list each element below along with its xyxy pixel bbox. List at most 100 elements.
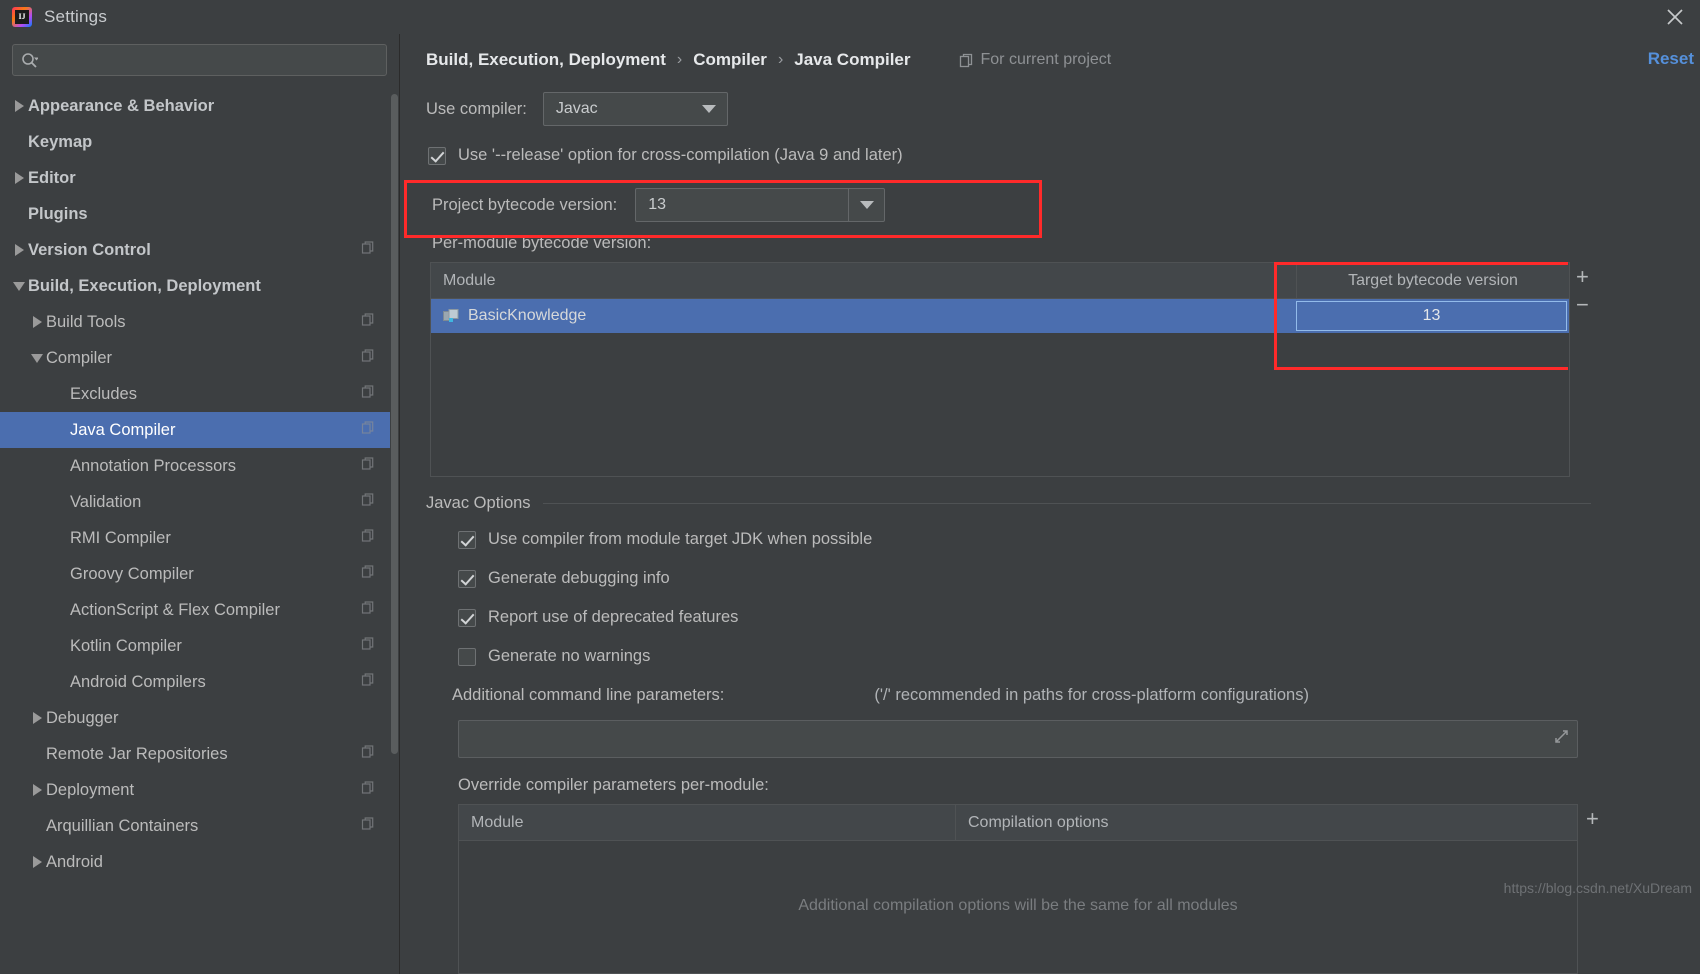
javac-option-checkbox[interactable]	[458, 569, 476, 588]
sidebar-item-arquillian-containers[interactable]: Arquillian Containers	[0, 808, 399, 844]
sidebar-item-editor[interactable]: Editor	[0, 160, 399, 196]
group-divider	[542, 503, 1591, 504]
sidebar-item-debugger[interactable]: Debugger	[0, 700, 399, 736]
sidebar-item-label: Editor	[28, 168, 76, 187]
javac-option-label: Generate no warnings	[488, 647, 651, 665]
breadcrumb-item-0[interactable]: Build, Execution, Deployment	[426, 50, 666, 70]
chevron-right-icon[interactable]	[10, 244, 28, 256]
chevron-down-icon[interactable]	[10, 281, 28, 291]
title-bar: IJ Settings	[0, 0, 1700, 34]
settings-tree: Appearance & Behavior Keymap Editor Plugins…	[0, 88, 399, 880]
cell-target-version[interactable]: 13	[1296, 299, 1569, 333]
sidebar-item-validation[interactable]: Validation	[0, 484, 399, 520]
column-header-module[interactable]: Module	[431, 263, 1296, 298]
chevron-right-icon[interactable]	[28, 316, 46, 328]
remove-module-button[interactable]: −	[1576, 294, 1589, 316]
sidebar-item-keymap[interactable]: Keymap	[0, 124, 399, 160]
sidebar-item-compiler[interactable]: Compiler	[0, 340, 399, 376]
additional-params-input[interactable]	[469, 730, 1567, 748]
sidebar-item-label: Android	[46, 852, 103, 871]
javac-option-row[interactable]: Report use of deprecated features	[458, 608, 872, 627]
javac-option-checkbox[interactable]	[458, 647, 476, 666]
project-scope-icon	[361, 745, 375, 764]
expand-icon[interactable]	[1554, 729, 1569, 749]
chevron-right-icon[interactable]	[10, 172, 28, 184]
javac-option-checkbox[interactable]	[458, 608, 476, 627]
breadcrumb-item-1[interactable]: Compiler	[693, 50, 767, 70]
module-icon	[443, 309, 459, 323]
sidebar-item-label: Java Compiler	[70, 420, 176, 439]
release-option-row[interactable]: Use '--release' option for cross-compila…	[428, 146, 903, 165]
chevron-right-icon[interactable]	[28, 712, 46, 724]
table-header: Module Target bytecode version	[431, 263, 1569, 299]
sidebar-item-label: Remote Jar Repositories	[46, 744, 228, 763]
sidebar-item-build-tools[interactable]: Build Tools	[0, 304, 399, 340]
javac-option-row[interactable]: Generate debugging info	[458, 569, 872, 588]
search-box[interactable]	[12, 44, 387, 76]
project-scope-icon	[361, 385, 375, 404]
sidebar-item-build-execution-deployment[interactable]: Build, Execution, Deployment	[0, 268, 399, 304]
sidebar-scrollbar-track[interactable]	[390, 34, 399, 974]
per-module-label: Per-module bytecode version:	[432, 234, 652, 252]
sidebar-item-label: RMI Compiler	[70, 528, 171, 547]
column-header-compilation-options[interactable]: Compilation options	[955, 805, 1577, 840]
javac-option-row[interactable]: Use compiler from module target JDK when…	[458, 530, 872, 549]
use-compiler-label: Use compiler:	[426, 99, 527, 118]
chevron-right-icon[interactable]	[10, 100, 28, 112]
sidebar-scrollbar-thumb[interactable]	[391, 94, 398, 754]
chevron-right-icon[interactable]	[28, 784, 46, 796]
sidebar-item-label: Plugins	[28, 204, 88, 223]
sidebar-item-annotation-processors[interactable]: Annotation Processors	[0, 448, 399, 484]
window-title: Settings	[44, 7, 108, 26]
close-icon[interactable]	[1660, 3, 1690, 31]
java-compiler-panel: Use compiler: Javac Use '--release' opti…	[400, 86, 1700, 974]
add-override-button[interactable]: +	[1586, 808, 1599, 830]
add-module-button[interactable]: +	[1576, 266, 1589, 288]
sidebar-item-excludes[interactable]: Excludes	[0, 376, 399, 412]
sidebar-item-plugins[interactable]: Plugins	[0, 196, 399, 232]
sidebar-item-label: Build, Execution, Deployment	[28, 276, 261, 295]
table-row[interactable]: BasicKnowledge 13	[431, 299, 1569, 333]
additional-params-field[interactable]	[458, 720, 1578, 758]
javac-option-label: Generate debugging info	[488, 569, 670, 587]
project-bytecode-dropdown[interactable]: 13	[635, 188, 886, 222]
sidebar-item-rmi-compiler[interactable]: RMI Compiler	[0, 520, 399, 556]
sidebar-item-android[interactable]: Android	[0, 844, 399, 880]
sidebar-item-label: ActionScript & Flex Compiler	[70, 600, 280, 619]
sidebar-item-label: Keymap	[28, 132, 93, 151]
reset-link[interactable]: Reset	[1648, 49, 1694, 69]
additional-params-hint: ('/' recommended in paths for cross-plat…	[874, 686, 1309, 704]
chevron-right-icon[interactable]	[28, 856, 46, 868]
column-header-module[interactable]: Module	[459, 805, 955, 840]
use-compiler-dropdown[interactable]: Javac	[542, 92, 728, 126]
sidebar-item-appearance-behavior[interactable]: Appearance & Behavior	[0, 88, 399, 124]
sidebar-item-java-compiler[interactable]: Java Compiler	[0, 412, 399, 448]
javac-options-title: Javac Options	[426, 494, 531, 512]
chevron-down-icon[interactable]	[28, 353, 46, 363]
sidebar-item-label: Build Tools	[46, 312, 126, 331]
sidebar-item-label: Excludes	[70, 384, 137, 403]
column-header-target[interactable]: Target bytecode version	[1296, 263, 1569, 298]
sidebar-item-version-control[interactable]: Version Control	[0, 232, 399, 268]
table-header: Module Compilation options	[459, 805, 1577, 841]
release-option-label: Use '--release' option for cross-compila…	[458, 146, 903, 164]
javac-option-checkbox[interactable]	[458, 530, 476, 549]
for-current-project-label: For current project	[959, 51, 1111, 69]
javac-option-row[interactable]: Generate no warnings	[458, 647, 872, 666]
javac-option-label: Use compiler from module target JDK when…	[488, 530, 873, 548]
sidebar-item-remote-jar-repositories[interactable]: Remote Jar Repositories	[0, 736, 399, 772]
search-input[interactable]	[38, 52, 378, 68]
per-module-bytecode-table: Module Target bytecode version BasicKnow…	[430, 262, 1570, 477]
project-scope-icon	[361, 493, 375, 512]
release-option-checkbox[interactable]	[428, 146, 446, 165]
sidebar-item-kotlin-compiler[interactable]: Kotlin Compiler	[0, 628, 399, 664]
override-table-buttons: +	[1586, 808, 1599, 830]
target-version-input[interactable]: 13	[1296, 301, 1567, 331]
sidebar-item-android-compilers[interactable]: Android Compilers	[0, 664, 399, 700]
sidebar-item-label: Appearance & Behavior	[28, 96, 215, 115]
sidebar-item-actionscript-flex-compiler[interactable]: ActionScript & Flex Compiler	[0, 592, 399, 628]
sidebar-item-deployment[interactable]: Deployment	[0, 772, 399, 808]
project-bytecode-value: 13	[648, 196, 667, 213]
sidebar-item-groovy-compiler[interactable]: Groovy Compiler	[0, 556, 399, 592]
settings-sidebar: Appearance & Behavior Keymap Editor Plugins…	[0, 34, 400, 974]
